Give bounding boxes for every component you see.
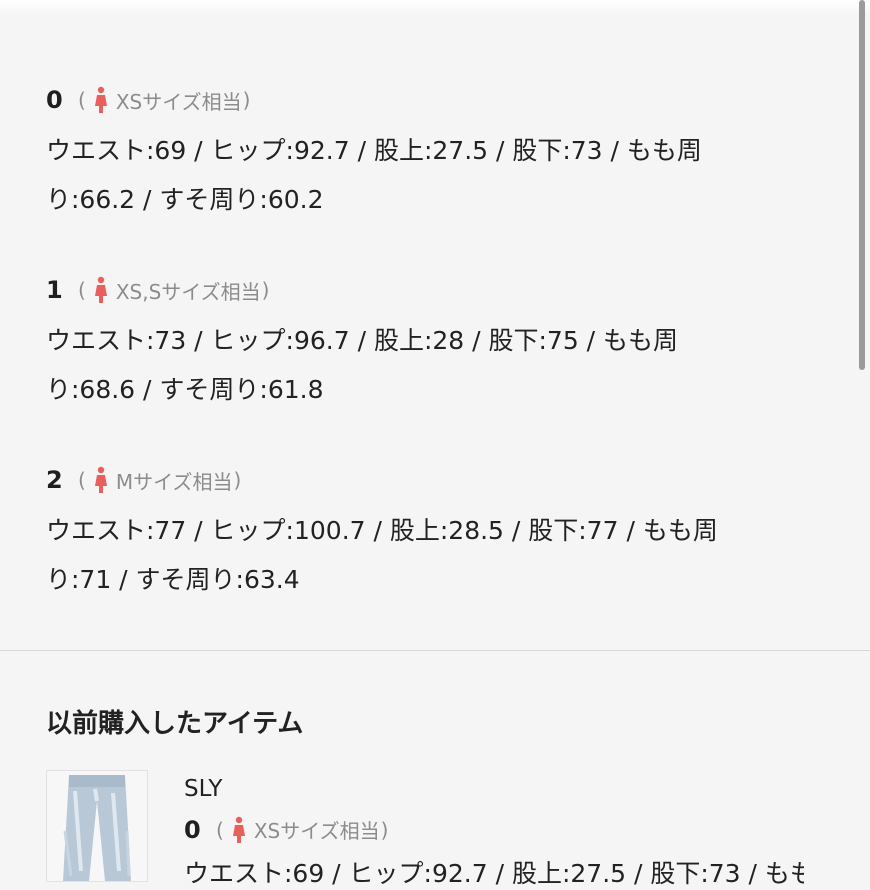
woman-figure-icon [92,86,110,114]
size-entry-0: 0 ( XSサイズ相当 ) ウエスト:69 / ヒップ:92.7 / 股上:27… [46,80,786,224]
size-entry-1: 1 ( XS,Sサイズ相当 ) ウエスト:73 / ヒップ:96.7 / 股上:… [46,270,786,414]
jeans-image [47,771,147,881]
size-code: 2 [46,466,63,494]
size-code: 1 [46,276,63,304]
size-equivalent-text: Mサイズ相当 [115,469,233,494]
size-header: 1 ( XS,Sサイズ相当 ) [46,270,786,310]
measure-line: り:66.2 / すそ周り:60.2 [46,185,324,214]
scrollbar-thumb[interactable] [859,0,865,370]
woman-figure-icon [92,276,110,304]
size-equivalent: ( Mサイズ相当 ) [78,466,241,495]
size-equivalent: ( XSサイズ相当 ) [78,86,250,115]
woman-figure-icon [92,466,110,494]
measure-line: ウエスト:69 / ヒップ:92.7 / 股上:27.5 / 股下:73 / も… [46,136,702,165]
measure-line: り:68.6 / すそ周り:61.8 [46,375,324,404]
size-code: 0 [184,815,201,844]
size-code: 0 [46,86,63,114]
size-header: 0 ( XSサイズ相当 ) [46,80,786,120]
item-measurements: ウエスト:69 / ヒップ:92.7 / 股上:27.5 / 股下:73 / も… [184,859,804,888]
previous-purchases-title: 以前購入したアイテム [46,709,304,739]
section-divider [0,650,870,651]
size-measurements: ウエスト:73 / ヒップ:96.7 / 股上:28 / 股下:75 / もも周… [46,316,786,414]
measure-line: ウエスト:77 / ヒップ:100.7 / 股上:28.5 / 股下:77 / … [46,516,718,545]
measure-line: ウエスト:73 / ヒップ:96.7 / 股上:28 / 股下:75 / もも周 [46,326,679,355]
top-edge [0,0,870,14]
measure-line: り:71 / すそ周り:63.4 [46,565,300,594]
item-brand: SLY [184,776,223,802]
item-thumbnail[interactable] [46,770,148,882]
size-measurements: ウエスト:77 / ヒップ:100.7 / 股上:28.5 / 股下:77 / … [46,506,786,604]
size-equivalent: ( XSサイズ相当 ) [216,815,388,844]
item-size: 0 ( XSサイズ相当 ) [184,815,388,844]
size-measurements: ウエスト:69 / ヒップ:92.7 / 股上:27.5 / 股下:73 / も… [46,126,786,224]
size-equivalent: ( XS,Sサイズ相当 ) [78,276,269,305]
woman-figure-icon [230,816,248,844]
size-equivalent-text: XSサイズ相当 [115,89,242,114]
size-header: 2 ( Mサイズ相当 ) [46,460,786,500]
size-equivalent-text: XS,Sサイズ相当 [115,279,261,304]
size-entry-2: 2 ( Mサイズ相当 ) ウエスト:77 / ヒップ:100.7 / 股上:28… [46,460,786,604]
size-equivalent-text: XSサイズ相当 [253,819,380,843]
